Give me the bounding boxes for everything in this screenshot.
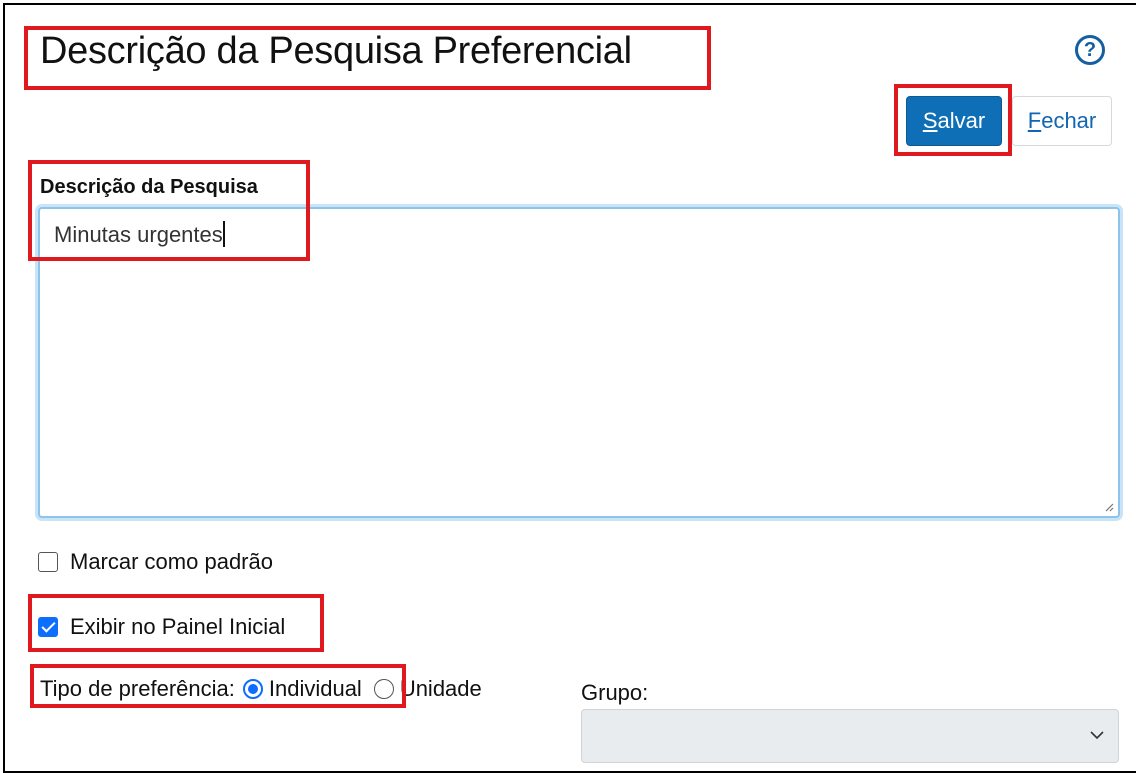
save-accesskey: S: [922, 108, 938, 133]
page-title: Descrição da Pesquisa Preferencial: [40, 30, 632, 72]
mark-default-label: Marcar como padrão: [70, 549, 273, 574]
text-caret: [222, 221, 225, 247]
preference-type-label: Tipo de preferência:: [40, 676, 235, 701]
resize-grip-icon[interactable]: [1104, 502, 1114, 512]
close-accesskey: F: [1027, 108, 1042, 133]
save-button[interactable]: Salvar: [906, 96, 1002, 146]
mark-default-checkbox[interactable]: [38, 552, 58, 572]
radio-unidade[interactable]: [373, 679, 394, 699]
chevron-down-icon: [1090, 731, 1104, 740]
radio-individual[interactable]: [242, 679, 263, 699]
mark-default-option[interactable]: Marcar como padrão: [38, 549, 273, 575]
save-label: alvar: [937, 108, 986, 133]
description-label: Descrição da Pesquisa: [40, 176, 258, 198]
show-dashboard-checkbox[interactable]: [38, 617, 58, 637]
close-button[interactable]: Fechar: [1012, 96, 1112, 146]
show-dashboard-label: Exibir no Painel Inicial: [70, 614, 286, 639]
show-dashboard-option[interactable]: Exibir no Painel Inicial: [38, 614, 285, 640]
question-circle-icon[interactable]: ?: [1075, 35, 1105, 65]
radio-individual-label[interactable]: Individual: [269, 676, 362, 702]
radio-unidade-label[interactable]: Unidade: [400, 676, 482, 702]
group-select[interactable]: [581, 709, 1119, 763]
group-label: Grupo:: [581, 680, 649, 705]
description-textarea[interactable]: Minutas urgentes: [38, 207, 1120, 518]
preference-type-group: Tipo de preferência: Individual Unidade: [40, 676, 482, 702]
description-value: Minutas urgentes: [54, 222, 223, 247]
close-label: echar: [1041, 108, 1097, 133]
